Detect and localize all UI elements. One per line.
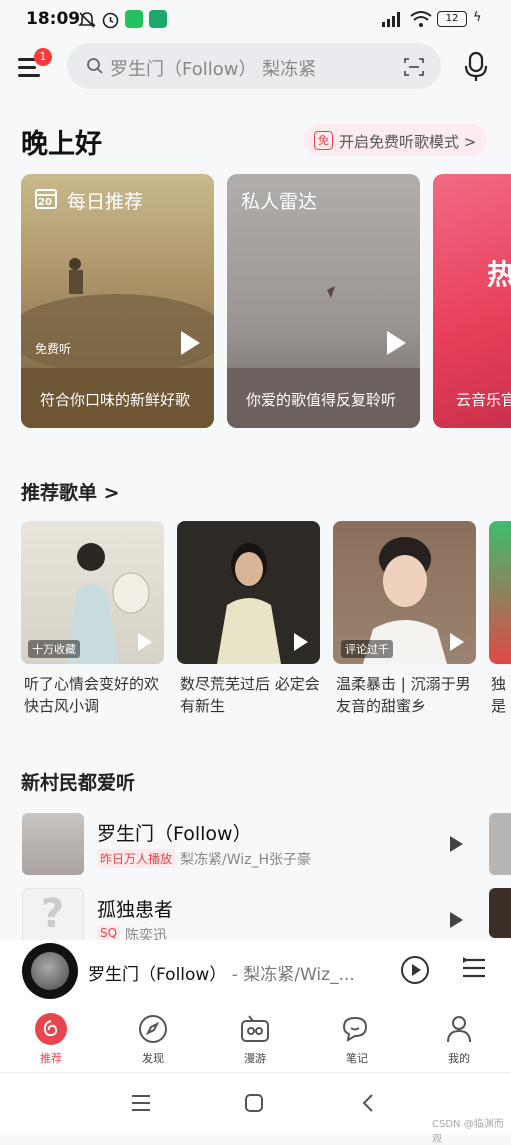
status-time: 18:09 — [26, 9, 81, 29]
radio-icon — [241, 1015, 269, 1042]
song-cover[interactable] — [22, 813, 84, 875]
netease-logo-icon — [35, 1013, 67, 1045]
song-title[interactable]: 孤独患者 — [97, 895, 173, 922]
charging-icon: ϟ — [473, 10, 482, 25]
nav-item-notes[interactable]: 笔记 — [327, 1012, 387, 1066]
watermark: CSDN @临渊而观 — [432, 1119, 504, 1145]
play-icon[interactable] — [450, 633, 464, 651]
play-icon[interactable] — [181, 331, 200, 355]
play-icon[interactable] — [450, 912, 463, 928]
notification-badge: 1 — [34, 48, 52, 66]
nav-item-mine[interactable]: 我的 — [429, 1012, 489, 1066]
calendar-day: 20 — [38, 197, 52, 208]
daily-recommend-title: 每日推荐 — [67, 191, 144, 213]
song-tag: 昨日万人播放 — [97, 849, 176, 868]
hot-songs-subtitle: 云音乐官 — [456, 391, 511, 409]
album-art — [31, 952, 69, 990]
nav-label: 推荐 — [40, 1052, 62, 1065]
nav-label: 发现 — [142, 1052, 164, 1065]
search-icon — [87, 58, 103, 74]
microphone-icon[interactable] — [462, 51, 490, 83]
village-section-heading: 新村民都爱听 — [21, 772, 136, 794]
free-mode-label: 开启免费听歌模式 > — [339, 133, 477, 151]
song-cover[interactable] — [489, 888, 511, 938]
playlist-tag: 十万收藏 — [28, 640, 80, 658]
signal-icon — [382, 12, 400, 27]
play-icon[interactable] — [294, 633, 308, 651]
nav-item-recommend[interactable]: 推荐 — [21, 1012, 81, 1066]
hot-songs-title: 热 — [487, 258, 511, 291]
nav-label: 漫游 — [244, 1052, 266, 1065]
mini-player-title: 罗生门（Follow） — [88, 965, 227, 985]
battery-icon: 12 — [437, 11, 467, 27]
playlist-title[interactable]: 听了心情会变好的欢快古风小调 — [24, 673, 167, 717]
mini-player-track[interactable]: 罗生门（Follow） - 梨冻紧/Wiz_... — [88, 960, 355, 985]
play-icon[interactable] — [387, 331, 406, 355]
playlist-title[interactable]: 独是 — [491, 673, 511, 717]
playlist-title[interactable]: 温柔暴击 | 沉溺于男友音的甜蜜乡 — [336, 673, 479, 717]
free-mode-icon: 免 — [314, 131, 333, 150]
free-listen-badge: 免费听 — [35, 342, 72, 356]
search-placeholder: 罗生门（Follow） 梨冻紧 — [110, 59, 317, 80]
back-icon[interactable] — [360, 1092, 376, 1114]
daily-recommend-subtitle: 符合你口味的新鲜好歌 — [40, 391, 191, 409]
greeting-title: 晚上好 — [21, 129, 102, 160]
recommended-playlists-heading[interactable]: 推荐歌单 > — [21, 478, 120, 505]
shield-app-icon — [149, 10, 167, 28]
recent-apps-icon[interactable] — [130, 1093, 152, 1113]
compass-icon — [139, 1015, 167, 1043]
scan-icon[interactable] — [403, 56, 425, 78]
playlist-tag: 评论过千 — [341, 640, 393, 658]
wifi-icon — [410, 11, 432, 27]
song-cover[interactable] — [489, 813, 511, 875]
mute-bell-icon — [78, 12, 96, 28]
song-title[interactable]: 罗生门（Follow） — [97, 819, 252, 846]
playlist-icon[interactable] — [460, 956, 488, 982]
nav-label: 我的 — [448, 1052, 470, 1065]
play-pause-icon[interactable] — [400, 955, 430, 985]
private-radar-subtitle: 你爱的歌值得反复聆听 — [246, 391, 397, 409]
nav-item-discover[interactable]: 发现 — [123, 1012, 183, 1066]
play-icon[interactable] — [138, 633, 152, 651]
home-icon[interactable] — [245, 1094, 263, 1112]
nav-label: 笔记 — [346, 1052, 368, 1065]
nav-item-roam[interactable]: 漫游 — [225, 1012, 285, 1066]
chat-icon — [342, 1016, 368, 1042]
mini-player-artist: - 梨冻紧/Wiz_... — [226, 965, 355, 985]
playlist-title[interactable]: 数尽荒芜过后 必定会有新生 — [180, 673, 323, 717]
wechat-icon — [125, 10, 143, 28]
play-icon[interactable] — [450, 836, 463, 852]
profile-icon — [447, 1016, 471, 1043]
question-mark-icon: ? — [41, 891, 65, 937]
alarm-icon — [102, 12, 119, 29]
playlist-cover[interactable] — [489, 521, 511, 664]
song-artist: 梨冻紧/Wiz_H张子豪 — [180, 852, 312, 868]
private-radar-title: 私人雷达 — [241, 191, 318, 213]
sq-badge: SQ — [97, 925, 121, 941]
